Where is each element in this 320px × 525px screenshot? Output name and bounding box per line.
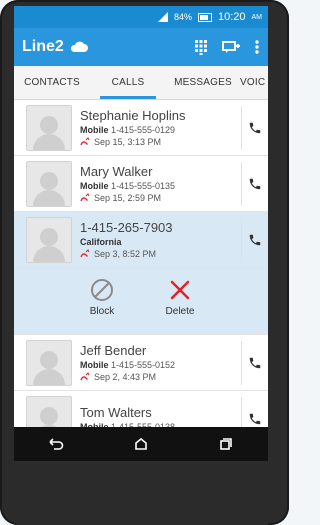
nav-recents-button[interactable] [210,432,242,456]
block-button[interactable]: Block [72,278,132,317]
signal-icon [157,12,168,22]
missed-call-icon [80,193,90,202]
app-bar: Line2 [14,28,268,66]
caller-number-line: Mobile 1-415-555-0135 [80,181,268,191]
phone-icon [249,413,261,425]
caller-name: Stephanie Hoplins [80,108,186,123]
delete-label: Delete [165,306,195,317]
call-back-button[interactable] [241,218,268,262]
call-row[interactable]: Jeff Bender Mobile 1-415-555-0152 Sep 2,… [14,335,268,391]
missed-call-icon [80,137,90,146]
home-icon [135,437,147,450]
caller-number-line: Mobile 1-415-555-0129 [80,125,268,135]
call-time: Sep 3, 8:52 PM [94,249,157,259]
system-nav-bar [14,427,268,461]
missed-call-icon [80,249,90,258]
block-icon [91,279,113,301]
call-time-line: Sep 2, 4:43 PM [80,372,268,382]
call-time: Sep 15, 3:13 PM [94,137,162,147]
delete-button[interactable]: Delete [150,278,210,317]
call-time-line: Sep 3, 8:52 PM [80,249,268,259]
app-brand: Line2 [22,38,88,56]
tab-bar: CONTACTS CALLS MESSAGES VOIC [14,66,268,100]
avatar [26,104,72,151]
overflow-menu-icon[interactable] [254,39,260,55]
call-back-button[interactable] [241,162,268,206]
delete-icon [170,280,190,300]
caller-number-line: California [80,237,268,247]
caller-type: California [80,237,122,247]
call-time-line: Sep 15, 2:59 PM [80,193,268,203]
avatar [26,216,72,263]
caller-number: 1-415-555-0135 [111,181,176,191]
compose-icon[interactable] [222,40,240,54]
app-title: Line2 [22,38,64,55]
call-info: 1-415-265-7903 California Sep 3, 8:52 PM [80,220,268,259]
call-info: Mary Walker Mobile 1-415-555-0135 Sep 15… [80,164,268,203]
tab-voicemail[interactable]: VOIC [240,66,268,99]
calls-list: Stephanie Hoplins Mobile 1-415-555-0129 … [14,100,268,447]
tab-calls[interactable]: CALLS [90,66,166,99]
clock-ampm: AM [251,13,263,21]
phone-icon [249,122,261,134]
app-actions [194,39,260,55]
avatar [26,160,72,207]
caller-number: 1-415-555-0152 [111,360,176,370]
caller-type: Mobile [80,181,109,191]
phone-bottom-bezel [14,461,268,525]
call-back-button[interactable] [241,341,268,385]
nav-back-button[interactable] [40,432,72,456]
phone-icon [249,234,261,246]
avatar [26,339,72,386]
caller-type: Mobile [80,360,109,370]
cloud-icon [70,41,88,52]
battery-icon [197,12,212,22]
call-actions-panel: Block Delete [14,268,268,335]
caller-name: Jeff Bender [80,343,147,358]
phone-frame: 84% 10:20 AM Line2 CONTACTS CALLS MESSAG… [0,0,289,525]
caller-name: Tom Walters [80,405,152,420]
caller-type: Mobile [80,125,109,135]
battery-text: 84% [173,12,192,22]
clock-time: 10:20 [217,11,246,23]
caller-number: 1-415-555-0129 [111,125,176,135]
recents-icon [219,438,232,450]
status-bar: 84% 10:20 AM [14,6,268,28]
call-info: Jeff Bender Mobile 1-415-555-0152 Sep 2,… [80,343,268,382]
caller-number-line: Mobile 1-415-555-0152 [80,360,268,370]
call-row-selected[interactable]: 1-415-265-7903 California Sep 3, 8:52 PM [14,212,268,268]
tab-contacts[interactable]: CONTACTS [14,66,90,99]
tab-messages[interactable]: MESSAGES [166,66,240,99]
screen: 84% 10:20 AM Line2 CONTACTS CALLS MESSAG… [14,6,268,461]
call-time-line: Sep 15, 3:13 PM [80,137,268,147]
nav-home-button[interactable] [125,432,157,456]
missed-call-icon [80,372,90,381]
caller-name: 1-415-265-7903 [80,220,173,235]
call-row[interactable]: Stephanie Hoplins Mobile 1-415-555-0129 … [14,100,268,156]
call-info: Stephanie Hoplins Mobile 1-415-555-0129 … [80,108,268,147]
dialpad-icon[interactable] [194,39,208,55]
back-icon [49,438,64,450]
call-row[interactable]: Mary Walker Mobile 1-415-555-0135 Sep 15… [14,156,268,212]
phone-icon [249,178,261,190]
phone-icon [249,357,261,369]
caller-name: Mary Walker [80,164,153,179]
block-label: Block [89,306,115,317]
call-time: Sep 2, 4:43 PM [94,372,157,382]
call-time: Sep 15, 2:59 PM [94,193,162,203]
call-back-button[interactable] [241,106,268,150]
